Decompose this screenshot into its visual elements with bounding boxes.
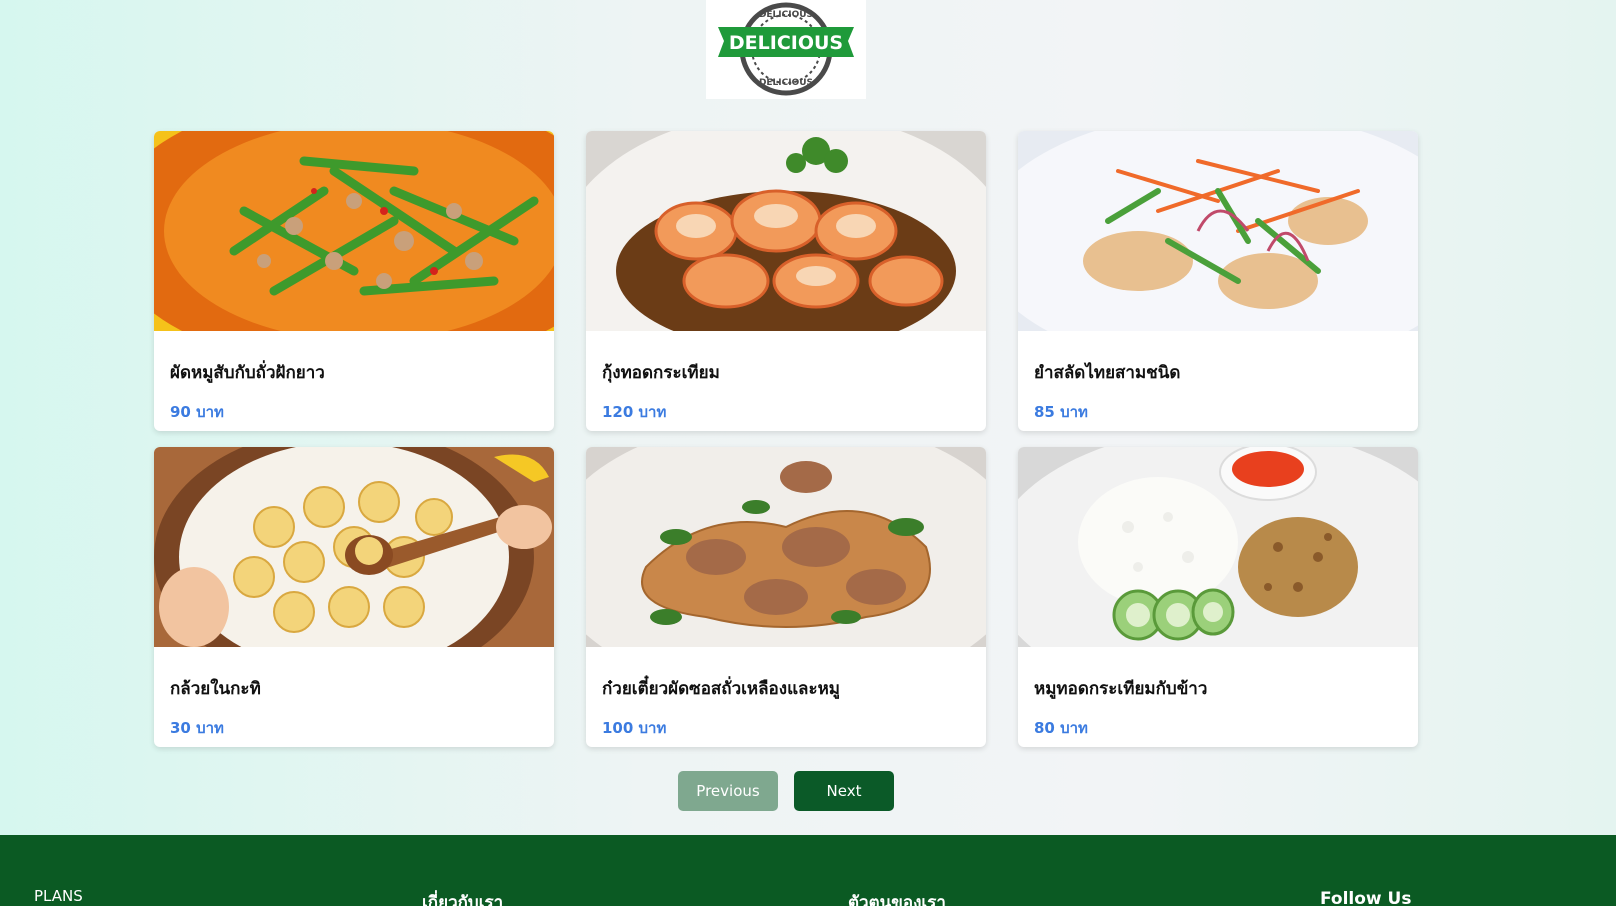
dish-price: 30 บาท bbox=[170, 719, 224, 737]
dish-name: กล้วยในกะทิ bbox=[170, 679, 261, 699]
logo-ring-bottom: DELICIOUS bbox=[759, 78, 813, 88]
logo-ring-top: DELICIOUS bbox=[759, 10, 813, 20]
menu-card[interactable]: ผัดหมูสับกับถั่วฝักยาว 90 บาท bbox=[154, 131, 554, 431]
dish-name: กุ้งทอดกระเทียม bbox=[602, 363, 720, 383]
dish-photo-garlic-pork-rice bbox=[1018, 447, 1418, 647]
footer-about-heading: เกี่ยวกับเรา bbox=[422, 893, 504, 906]
footer: PLANS เกี่ยวกับเรา ตัวตนของเรา Follow Us bbox=[0, 835, 1616, 906]
footer-agents-heading: ตัวตนของเรา bbox=[848, 893, 946, 906]
menu-card[interactable]: กล้วยในกะทิ 30 บาท bbox=[154, 447, 554, 747]
delicious-stamp-icon: DELICIOUS DELICIOUS DELICIOUS bbox=[718, 2, 854, 96]
menu-card[interactable]: หมูทอดกระเทียมกับข้าว 80 บาท bbox=[1018, 447, 1418, 747]
logo-text: DELICIOUS bbox=[729, 32, 843, 54]
dish-name: ยำสลัดไทยสามชนิด bbox=[1034, 363, 1181, 383]
dish-price: 80 บาท bbox=[1034, 719, 1088, 737]
dish-price: 120 บาท bbox=[602, 403, 667, 421]
delicious-logo: DELICIOUS DELICIOUS DELICIOUS bbox=[706, 0, 866, 99]
dish-photo-thai-spicy-salad bbox=[1018, 131, 1418, 331]
dish-photo-pad-see-ew-pork bbox=[586, 447, 986, 647]
previous-button[interactable]: Previous bbox=[678, 771, 778, 811]
footer-follow-heading: Follow Us bbox=[1320, 889, 1412, 906]
dish-name: ผัดหมูสับกับถั่วฝักยาว bbox=[170, 363, 325, 383]
dish-photo-garlic-fried-shrimp bbox=[586, 131, 986, 331]
dish-price: 90 บาท bbox=[170, 403, 224, 421]
dish-price: 85 บาท bbox=[1034, 403, 1088, 421]
menu-grid: ผัดหมูสับกับถั่วฝักยาว 90 บาท กุ้งทอดกระ… bbox=[154, 131, 1418, 747]
dish-name: ก๋วยเตี๋ยวผัดซอสถั่วเหลืองและหมู bbox=[602, 679, 840, 699]
dish-photo-banana-in-coconut-milk bbox=[154, 447, 554, 647]
dish-price: 100 บาท bbox=[602, 719, 667, 737]
menu-card[interactable]: กุ้งทอดกระเทียม 120 บาท bbox=[586, 131, 986, 431]
next-button[interactable]: Next bbox=[794, 771, 894, 811]
dish-photo-stir-fried-pork-long-beans bbox=[154, 131, 554, 331]
menu-card[interactable]: ก๋วยเตี๋ยวผัดซอสถั่วเหลืองและหมู 100 บาท bbox=[586, 447, 986, 747]
dish-name: หมูทอดกระเทียมกับข้าว bbox=[1034, 679, 1208, 699]
footer-plans[interactable]: PLANS bbox=[34, 887, 83, 905]
menu-card[interactable]: ยำสลัดไทยสามชนิด 85 บาท bbox=[1018, 131, 1418, 431]
pagination: Previous Next bbox=[678, 771, 894, 811]
